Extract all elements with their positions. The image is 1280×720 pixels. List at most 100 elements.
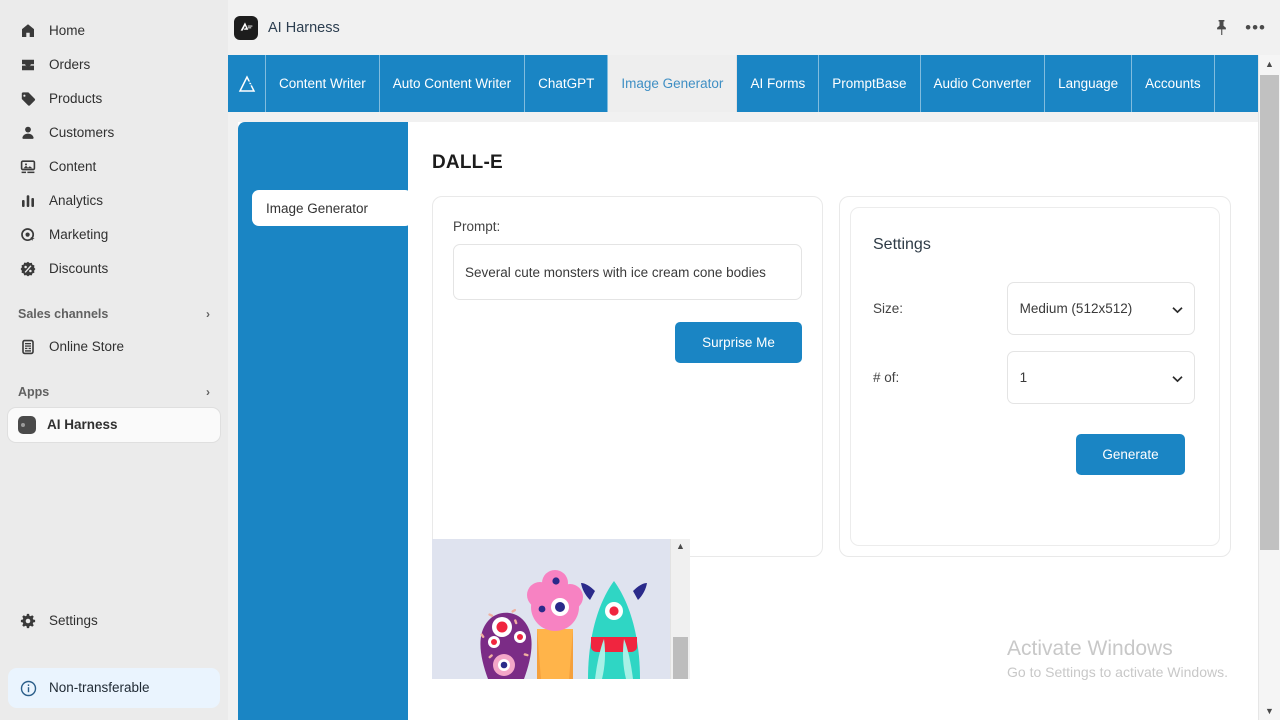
tab-ai-forms[interactable]: AI Forms xyxy=(737,55,820,112)
page-scrollbar[interactable]: ▲ ▼ xyxy=(1258,55,1280,720)
sub-sidebar: Image Generator xyxy=(238,122,412,720)
preview-scroll-thumb[interactable] xyxy=(673,637,688,679)
app-tab-bar: Content Writer Auto Content Writer ChatG… xyxy=(228,55,1280,112)
content-area: Image Generator DALL-E Prompt: Several c… xyxy=(228,112,1258,720)
sidebar-item-label: AI Harness xyxy=(47,417,118,433)
scroll-up-arrow[interactable]: ▲ xyxy=(671,541,690,551)
content-icon xyxy=(18,157,38,177)
sidebar-item-marketing[interactable]: Marketing xyxy=(8,218,220,252)
page-title: AI Harness xyxy=(268,19,340,36)
chevron-right-icon: › xyxy=(206,385,210,399)
harness-triangle-logo[interactable] xyxy=(228,55,266,112)
tab-language[interactable]: Language xyxy=(1045,55,1133,112)
pin-icon[interactable] xyxy=(1214,19,1229,36)
app-card: Image Generator DALL-E Prompt: Several c… xyxy=(238,122,1258,720)
scrollbar-up-arrow[interactable]: ▲ xyxy=(1259,55,1280,73)
tab-audio-converter[interactable]: Audio Converter xyxy=(921,55,1046,112)
prompt-value: Several cute monsters with ice cream con… xyxy=(465,264,766,280)
generate-button[interactable]: Generate xyxy=(1076,434,1185,475)
settings-panel: Settings Size: Medium (512x512) # of: 1 … xyxy=(850,207,1220,546)
settings-actions: Generate xyxy=(873,434,1195,475)
app-root: Home Orders Products Customers Content A… xyxy=(0,0,1280,720)
sidebar-item-analytics[interactable]: Analytics xyxy=(8,184,220,218)
sidebar-item-content[interactable]: Content xyxy=(8,150,220,184)
sub-sidebar-item-label: Image Generator xyxy=(266,200,369,216)
tab-auto-content-writer[interactable]: Auto Content Writer xyxy=(380,55,526,112)
prompt-label: Prompt: xyxy=(453,219,501,234)
sidebar-item-label: Customers xyxy=(49,125,115,141)
tab-content-writer[interactable]: Content Writer xyxy=(266,55,380,112)
prompt-actions: Surprise Me xyxy=(453,322,802,363)
tab-label: Image Generator xyxy=(621,76,724,91)
app-icon xyxy=(18,416,36,434)
discount-icon xyxy=(18,259,38,279)
main-pane: DALL-E Prompt: Several cute monsters wit… xyxy=(408,122,1258,720)
ellipsis-icon[interactable]: ••• xyxy=(1245,19,1266,36)
section-apps[interactable]: Apps › xyxy=(8,378,220,406)
ai-harness-logo-icon xyxy=(234,15,258,40)
generated-image xyxy=(432,539,670,679)
settings-title: Settings xyxy=(873,236,931,253)
preview-scrollbar[interactable]: ▲ xyxy=(670,539,690,679)
bar-chart-icon xyxy=(18,191,38,211)
app-region: AI Harness ••• Content Writer Auto Conte… xyxy=(228,0,1280,720)
store-icon xyxy=(18,337,38,357)
dalle-title: DALL-E xyxy=(432,152,503,173)
tab-label: Content Writer xyxy=(279,76,366,91)
main-sidebar: Home Orders Products Customers Content A… xyxy=(0,0,228,720)
info-icon xyxy=(18,678,38,698)
sidebar-item-label: Orders xyxy=(49,57,91,73)
tab-accounts[interactable]: Accounts xyxy=(1132,55,1215,112)
sidebar-item-online-store[interactable]: Online Store xyxy=(8,330,220,364)
sidebar-item-customers[interactable]: Customers xyxy=(8,116,220,150)
count-label: # of: xyxy=(873,370,900,385)
tab-label: Auto Content Writer xyxy=(392,76,512,91)
tab-bar-filler xyxy=(1215,55,1258,112)
home-icon xyxy=(18,21,38,41)
sidebar-item-home[interactable]: Home xyxy=(8,14,220,48)
section-title: Sales channels xyxy=(18,307,109,321)
sidebar-bottom-group: Settings Non-transferable xyxy=(0,604,228,720)
sidebar-item-non-transferable[interactable]: Non-transferable xyxy=(8,668,220,708)
tab-promptbase[interactable]: PromptBase xyxy=(819,55,921,112)
scrollbar-down-arrow[interactable]: ▼ xyxy=(1259,702,1280,720)
sidebar-item-orders[interactable]: Orders xyxy=(8,48,220,82)
app-header: AI Harness ••• xyxy=(228,0,1280,55)
section-title: Apps xyxy=(18,385,50,399)
sidebar-item-label: Non-transferable xyxy=(49,680,150,696)
tab-image-generator[interactable]: Image Generator xyxy=(608,55,738,112)
sidebar-item-label: Analytics xyxy=(49,193,104,209)
sidebar-item-label: Home xyxy=(49,23,86,39)
sidebar-item-label: Online Store xyxy=(49,339,125,355)
size-select[interactable]: Medium (512x512) xyxy=(1006,282,1195,335)
header-actions: ••• xyxy=(1214,19,1266,36)
gear-icon xyxy=(18,611,38,631)
setting-row-count: # of: 1 xyxy=(873,351,1195,404)
sidebar-item-label: Discounts xyxy=(49,261,109,277)
sidebar-item-products[interactable]: Products xyxy=(8,82,220,116)
image-preview-container: ▲ xyxy=(432,539,690,679)
settings-panel-outer: Settings Size: Medium (512x512) # of: 1 … xyxy=(839,196,1231,557)
scrollbar-thumb[interactable] xyxy=(1260,75,1279,550)
sub-sidebar-item-image-generator[interactable]: Image Generator xyxy=(252,190,412,226)
sidebar-item-ai-harness[interactable]: AI Harness xyxy=(8,408,220,442)
prompt-input[interactable]: Several cute monsters with ice cream con… xyxy=(453,244,802,300)
sidebar-item-discounts[interactable]: Discounts xyxy=(8,252,220,286)
tab-label: ChatGPT xyxy=(538,76,595,91)
sidebar-item-label: Settings xyxy=(49,613,98,629)
chevron-down-icon xyxy=(1172,370,1183,385)
tab-label: Language xyxy=(1058,76,1119,91)
section-sales-channels[interactable]: Sales channels › xyxy=(8,300,220,328)
tab-label: AI Forms xyxy=(750,76,806,91)
count-select[interactable]: 1 xyxy=(1006,351,1195,404)
sidebar-item-settings[interactable]: Settings xyxy=(8,604,220,638)
size-value: Medium (512x512) xyxy=(1019,301,1133,316)
target-icon xyxy=(18,225,38,245)
chevron-down-icon xyxy=(1172,301,1183,316)
count-value: 1 xyxy=(1019,370,1028,385)
surprise-me-button[interactable]: Surprise Me xyxy=(675,322,802,363)
tab-chatgpt[interactable]: ChatGPT xyxy=(525,55,609,112)
sidebar-item-label: Marketing xyxy=(49,227,109,243)
tab-label: PromptBase xyxy=(832,76,907,91)
tab-label: Audio Converter xyxy=(933,76,1032,91)
